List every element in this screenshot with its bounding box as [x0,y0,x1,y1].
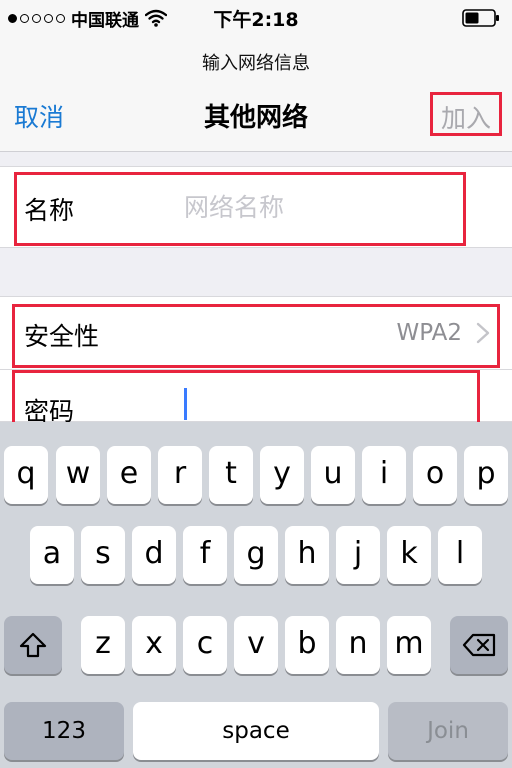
key-a[interactable]: a [30,526,74,584]
key-p[interactable]: p [464,446,508,504]
key-g[interactable]: g [234,526,278,584]
key-o[interactable]: o [413,446,457,504]
delete-key[interactable] [450,616,508,674]
status-bar: 中国联通 下午2:18 [0,0,512,36]
backspace-icon [462,633,496,657]
key-y[interactable]: y [260,446,304,504]
key-k[interactable]: k [387,526,431,584]
security-highlight [12,304,500,368]
nav-prompt: 输入网络信息 [202,53,310,74]
key-b[interactable]: b [285,616,329,674]
join-key[interactable]: Join [388,702,508,760]
key-j[interactable]: j [336,526,380,584]
key-l[interactable]: l [438,526,482,584]
key-i[interactable]: i [362,446,406,504]
key-c[interactable]: c [183,616,227,674]
password-highlight [12,370,480,428]
key-n[interactable]: n [336,616,380,674]
space-key[interactable]: space [133,702,379,760]
key-r[interactable]: r [158,446,202,504]
key-f[interactable]: f [183,526,227,584]
shift-icon [19,632,47,658]
shift-key[interactable] [4,616,62,674]
key-x[interactable]: x [132,616,176,674]
key-q[interactable]: q [4,446,48,504]
navigation-bar: 输入网络信息 取消 其他网络 加入 [0,36,512,152]
numbers-key[interactable]: 123 [4,702,124,760]
key-u[interactable]: u [311,446,355,504]
key-m[interactable]: m [387,616,431,674]
key-d[interactable]: d [132,526,176,584]
key-v[interactable]: v [234,616,278,674]
network-name-highlight [14,172,466,246]
key-e[interactable]: e [107,446,151,504]
keyboard: q w e r t y u i o p a s d f g h j k l z … [0,422,512,768]
key-s[interactable]: s [81,526,125,584]
battery-icon [462,9,499,27]
join-button[interactable]: 加入 [430,92,502,136]
key-z[interactable]: z [81,616,125,674]
key-w[interactable]: w [56,446,100,504]
status-time: 下午2:18 [213,9,299,31]
key-h[interactable]: h [285,526,329,584]
key-t[interactable]: t [209,446,253,504]
